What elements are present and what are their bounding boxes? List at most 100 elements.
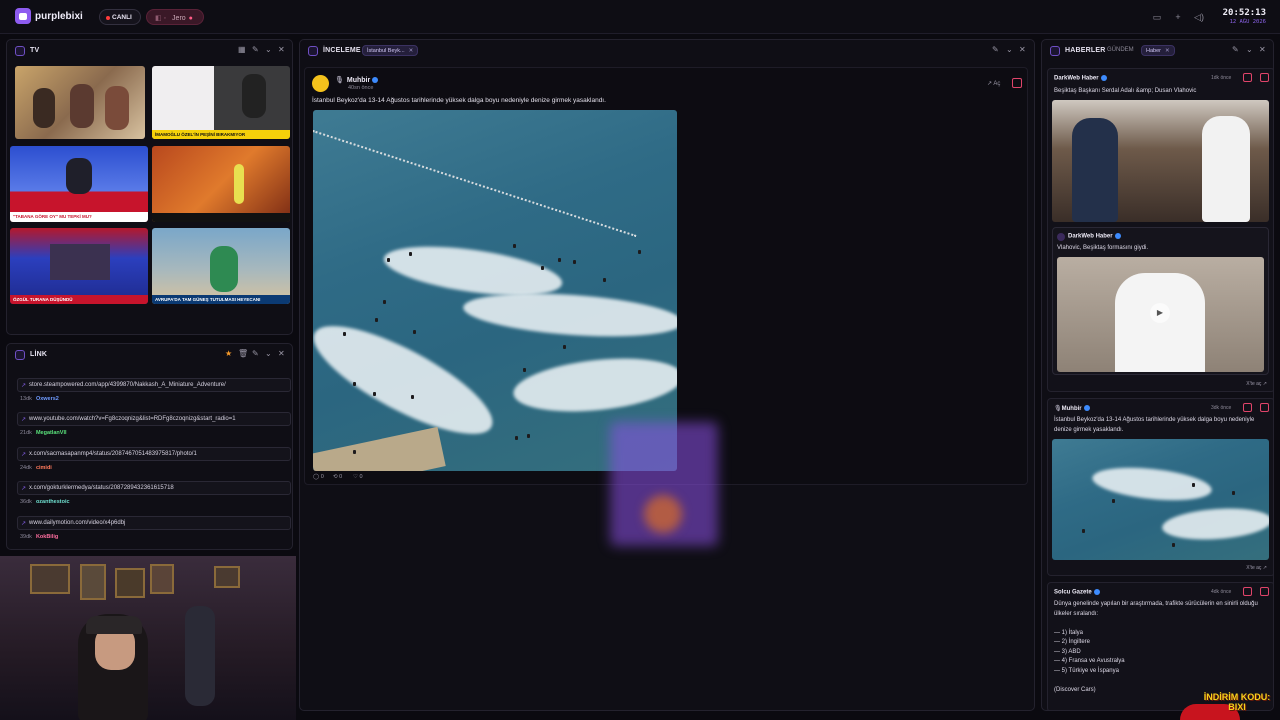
link-user[interactable]: ozanthestoic [36,499,70,505]
open-in-x-label: X'te aç [1246,565,1262,571]
live-button[interactable]: CANLI [99,9,141,25]
news-image[interactable] [1052,439,1269,560]
link-user[interactable]: MegatlanVII [36,430,67,436]
link-user[interactable]: KokBilig [36,534,58,540]
verified-icon [372,77,379,84]
swimmer [343,332,346,336]
edit-icon[interactable]: ✎ [252,349,259,358]
bookmark-icon[interactable] [1243,587,1252,596]
link-item[interactable]: x.com/gokturklermedya/status/20872894323… [17,481,292,511]
open-link[interactable]: ↗ Aç [987,80,1000,87]
link-url[interactable]: www.dailymotion.com/video/x4p6dbj [17,516,291,530]
like-stat[interactable]: ♡ 0 [353,474,363,480]
chip-close-icon[interactable]: ✕ [409,48,414,54]
mic-icon: 🎙 [335,77,344,84]
brand-name[interactable]: purplebixi [35,11,83,22]
news-author[interactable]: DarkWeb Haber [1054,75,1107,82]
bookmark-icon[interactable] [1243,403,1252,412]
frame-icon [30,564,70,594]
tv-thumb-2[interactable]: İMAMOĞLU ÖZEL'İN PEŞİNİ BIRAKMIYOR [152,66,290,139]
link-item[interactable]: www.dailymotion.com/video/x4p6dbj 39dk Ko… [17,516,292,546]
bookmark-icon[interactable] [1243,73,1252,82]
close-icon[interactable]: ✕ [1019,45,1026,54]
swimmer [373,392,376,396]
close-icon[interactable]: ✕ [1259,45,1266,54]
link-age: 13dk [20,396,32,402]
avatar[interactable] [312,75,329,92]
link-panel: LİNK ★ 🗑 ✎ ⌄ ✕ store.steampowered.com/ap… [6,343,293,550]
chevron-down-icon[interactable]: ⌄ [1246,45,1253,54]
link-user[interactable]: Oxwers2 [36,396,59,402]
chevron-down-icon[interactable]: ⌄ [265,45,272,54]
video-thumbnail[interactable]: ▶ [1057,257,1264,372]
edit-icon[interactable]: ✎ [252,45,259,54]
news-image[interactable] [1052,100,1269,222]
clock-time: 20:52:13 [1222,8,1266,18]
repost-stat[interactable]: ⟲ 0 [333,474,342,480]
link-item[interactable]: x.com/sacmasapanmp4/status/2087467051483… [17,447,292,477]
bookmark-icon[interactable] [1012,78,1022,88]
swimmer [603,278,606,282]
verified-icon [1093,589,1100,595]
tv-thumb-4[interactable] [152,146,290,222]
tab-gundem[interactable]: GÜNDEM [1107,47,1134,53]
tab-haber[interactable]: Haber ✕ [1141,45,1175,56]
link-panel-title: LİNK [30,351,48,358]
star-icon[interactable]: ★ [225,349,232,358]
link-age: 39dk [20,534,32,540]
link-url[interactable]: store.steampowered.com/app/4399870/Nakka… [17,378,291,392]
tv-thumb-6[interactable]: AVRUPA'DA TAM GÜNEŞ TUTULMASI HEYECANI [152,228,290,304]
bookmark-icon[interactable] [1260,587,1269,596]
person-shape-icon [105,86,129,130]
swimmer [513,244,516,248]
chip-close-icon[interactable]: ✕ [1165,48,1170,54]
news-author[interactable]: Solcu Gazete [1054,589,1100,596]
verified-icon [1100,75,1107,81]
swimmer [523,368,526,372]
open-in-x-link[interactable]: X'te aç ↗ [1246,565,1267,571]
edit-icon[interactable]: ✎ [1232,45,1239,54]
link-item[interactable]: store.steampowered.com/app/4399870/Nakka… [17,378,292,408]
monitor-icon[interactable]: ▭ [1151,11,1163,23]
news-line: — 2) İngiltere [1054,639,1091,645]
trash-icon[interactable]: 🗑 [238,349,248,358]
link-url[interactable]: x.com/sacmasapanmp4/status/2087467051483… [17,447,291,461]
reply-stat[interactable]: ◯ 0 [313,474,324,480]
beach-shape [313,426,446,471]
user-pill[interactable]: ◧ ◦ Jero ● [146,9,204,25]
open-in-x-link[interactable]: X'te aç ↗ [1246,381,1267,387]
link-user[interactable]: cimidi [36,465,52,471]
swimmer [1082,529,1085,533]
link-item[interactable]: www.youtube.com/watch?v=Fg8czoqnizg&list… [17,412,292,442]
tv-thumb-1[interactable] [15,66,145,139]
quoted-post[interactable]: DarkWeb Haber Vlahovic, Beşiktaş forması… [1052,227,1269,375]
play-icon[interactable]: ▶ [1150,303,1170,323]
post-image[interactable] [313,110,677,471]
post-author: Muhbir [346,77,371,84]
link-url[interactable]: www.youtube.com/watch?v=Fg8czoqnizg&list… [17,412,291,426]
add-icon[interactable]: + [1172,11,1184,23]
swimmer [387,258,390,262]
swimmer [413,330,416,334]
link-age: 21dk [20,430,32,436]
bookmark-icon[interactable] [1260,403,1269,412]
chevron-down-icon[interactable]: ⌄ [265,349,272,358]
reply-icon: ◯ [313,474,321,480]
topic-chip[interactable]: İstanbul Beyk... ✕ [362,45,419,56]
cap-icon [86,616,142,634]
tv-thumb-5[interactable]: ÖZGÜL TURANA DÜŞÜNDÜ [10,228,148,304]
close-icon[interactable]: ✕ [278,349,285,358]
grid-icon[interactable]: ▦ [238,45,246,54]
news-author[interactable]: 🎙Muhbir [1054,405,1090,412]
bookmark-icon[interactable] [1260,73,1269,82]
chevron-down-icon[interactable]: ⌄ [1006,45,1013,54]
post-author-row[interactable]: 🎙 Muhbir [335,76,379,84]
swimmer [1232,491,1235,495]
brand-logo-icon[interactable] [15,8,31,24]
top-bar: purplebixi CANLI ◧ ◦ Jero ● ▭ + ◁) 20:52:1… [0,0,1280,34]
edit-icon[interactable]: ✎ [992,45,999,54]
close-icon[interactable]: ✕ [278,45,285,54]
volume-icon[interactable]: ◁) [1193,11,1205,23]
tv-thumb-3[interactable]: "TABANA GÖRE OY" MU TEPKİ MU? [10,146,148,222]
link-url[interactable]: x.com/gokturklermedya/status/20872894323… [17,481,291,495]
